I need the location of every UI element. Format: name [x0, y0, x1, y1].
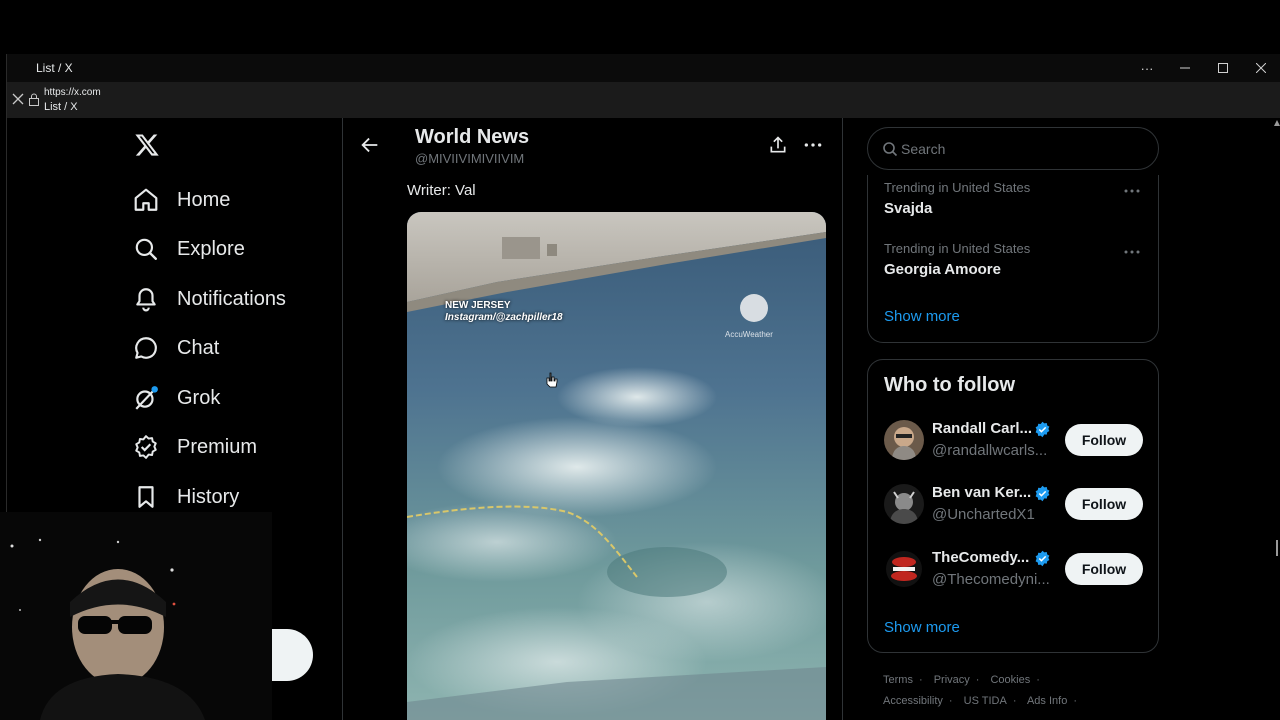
bell-icon — [132, 285, 160, 313]
x-logo-icon[interactable] — [134, 132, 160, 158]
verified-badge-icon — [1035, 421, 1050, 438]
video-location-caption: NEW JERSEY — [445, 300, 511, 311]
lock-icon — [29, 93, 39, 106]
account-name[interactable]: Randall Carl... — [932, 420, 1032, 437]
search-icon — [132, 235, 160, 263]
nav-item-history[interactable]: History — [132, 477, 239, 517]
close-window-icon[interactable] — [1242, 54, 1280, 82]
trends-panel: Trending in United States Svajda Trendin… — [867, 175, 1159, 343]
account-name[interactable]: Ben van Ker... — [932, 484, 1031, 501]
share-icon[interactable] — [768, 135, 788, 155]
nav-label-chat: Chat — [177, 336, 220, 359]
account-handle: @Thecomedyni... — [932, 571, 1050, 588]
minimize-icon[interactable] — [1166, 54, 1204, 82]
more-options-icon[interactable]: ··· — [1128, 54, 1166, 82]
footer-link-terms[interactable]: Terms — [883, 674, 913, 686]
footer-link-us-tida[interactable]: US TIDA — [964, 695, 1007, 707]
nav-label-grok: Grok — [177, 386, 221, 409]
trend-item[interactable]: Trending in United States Georgia Amoore — [884, 241, 1030, 278]
trend-context: Trending in United States — [884, 180, 1031, 195]
column-divider-left — [342, 118, 343, 720]
window-controls: ··· — [1128, 54, 1280, 82]
video-credit-caption: Instagram/@zachpiller18 — [445, 312, 563, 323]
nav-item-notifications[interactable]: Notifications — [132, 279, 286, 319]
footer-link-privacy[interactable]: Privacy — [934, 674, 970, 686]
search-icon — [883, 142, 898, 157]
scrollbar[interactable] — [1274, 120, 1280, 720]
bookmark-icon — [132, 483, 160, 511]
column-divider-right — [842, 118, 843, 720]
post-text: Writer: Val — [407, 182, 476, 199]
more-options-icon[interactable] — [1124, 188, 1140, 194]
follow-button[interactable]: Follow — [1065, 488, 1143, 520]
url-text: https://x.com — [44, 87, 101, 98]
list-header: World News @MIVIIVIMIVIIVIM — [343, 118, 842, 174]
nav-item-explore[interactable]: Explore — [132, 229, 245, 269]
verified-badge-icon — [1035, 550, 1050, 567]
follow-suggestion[interactable]: Randall Carl... @randallwcarls... Follow — [884, 420, 1146, 464]
nav-label-notifications: Notifications — [177, 287, 286, 310]
nav-item-home[interactable]: Home — [132, 180, 230, 220]
trend-name: Georgia Amoore — [884, 261, 1001, 278]
who-to-follow-panel: Who to follow Randall Carl... @randallwc… — [867, 359, 1159, 653]
url-page-title: List / X — [44, 101, 78, 113]
footer-link-cookies[interactable]: Cookies — [990, 674, 1030, 686]
webcam-feed — [0, 512, 272, 720]
account-handle: @UnchartedX1 — [932, 506, 1035, 523]
nav-label-history: History — [177, 485, 240, 508]
search-placeholder: Search — [901, 141, 946, 157]
title-bar: List / X ··· — [7, 54, 1280, 82]
post-video[interactable]: NEW JERSEY Instagram/@zachpiller18 AccuW… — [407, 212, 826, 720]
webcam-overlay — [0, 512, 272, 720]
video-watermark: AccuWeather — [725, 330, 773, 339]
nav-item-grok[interactable]: Grok — [132, 378, 220, 418]
who-to-follow-title: Who to follow — [884, 374, 1016, 396]
nav-item-chat[interactable]: Chat — [132, 328, 219, 368]
maximize-icon[interactable] — [1204, 54, 1242, 82]
trend-context: Trending in United States — [884, 241, 1031, 256]
nav-item-premium[interactable]: Premium — [132, 427, 257, 467]
more-options-icon[interactable] — [803, 135, 823, 155]
follow-button[interactable]: Follow — [1065, 553, 1143, 585]
avatar[interactable] — [884, 484, 924, 524]
list-handle: @MIVIIVIMIVIIVIM — [415, 151, 525, 166]
footer-links: Terms · Privacy · Cookies · Accessibility · … — [883, 674, 1077, 707]
avatar[interactable] — [884, 549, 924, 589]
footer-link-accessibility[interactable]: Accessibility — [883, 695, 943, 707]
search-input[interactable]: Search — [867, 127, 1159, 170]
page-title: World News — [415, 126, 530, 148]
more-options-icon[interactable] — [1124, 249, 1140, 255]
trend-name: Svajda — [884, 200, 933, 217]
account-name[interactable]: TheComedy... — [932, 549, 1029, 566]
back-arrow-icon[interactable] — [359, 134, 381, 156]
follow-suggestion[interactable]: TheComedy... @Thecomedyni... Follow — [884, 549, 1146, 593]
video-frame — [407, 212, 826, 720]
footer-link-ads-info[interactable]: Ads Info — [1027, 695, 1067, 707]
follow-button[interactable]: Follow — [1065, 424, 1143, 456]
account-handle: @randallwcarls... — [932, 442, 1048, 459]
nav-label-home: Home — [177, 188, 231, 211]
who-to-follow-show-more-link[interactable]: Show more — [884, 619, 960, 636]
chat-bubble-icon — [132, 334, 160, 362]
nav-label-explore: Explore — [177, 237, 245, 260]
nav-label-premium: Premium — [177, 435, 258, 458]
follow-suggestion[interactable]: Ben van Ker... @UnchartedX1 Follow — [884, 484, 1146, 528]
verified-badge-icon — [132, 433, 160, 461]
url-bar[interactable]: https://x.com List / X — [7, 82, 1280, 118]
trends-show-more-link[interactable]: Show more — [884, 308, 960, 325]
trend-item[interactable]: Trending in United States Svajda — [884, 180, 1030, 217]
window-title: List / X — [36, 61, 73, 75]
grok-icon — [132, 384, 160, 412]
avatar[interactable] — [884, 420, 924, 460]
home-icon — [132, 186, 160, 214]
close-icon[interactable] — [12, 93, 24, 105]
verified-badge-icon — [1035, 485, 1050, 502]
hand-cursor-icon — [546, 372, 558, 388]
